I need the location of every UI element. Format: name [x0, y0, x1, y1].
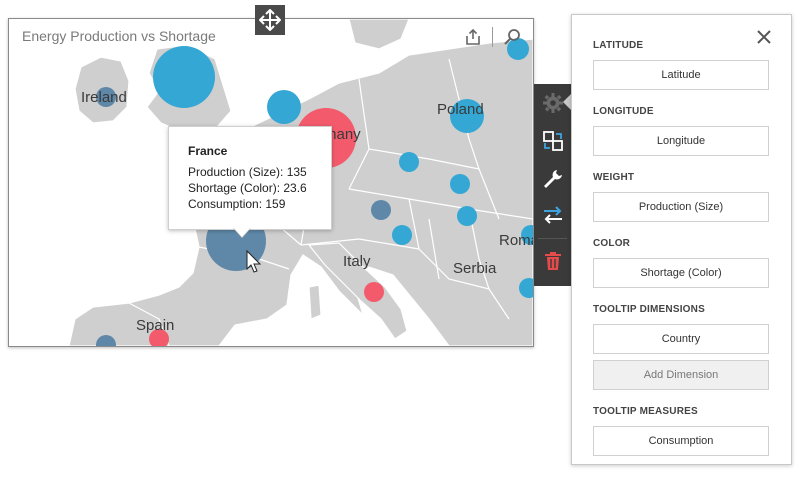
- latitude-label: LATITUDE: [593, 40, 644, 51]
- bubble-belgium: [267, 90, 301, 124]
- bubble-austria: [371, 200, 391, 220]
- color-field[interactable]: Shortage (Color): [593, 258, 769, 288]
- map-label-italy: Italy: [343, 253, 371, 270]
- weight-field[interactable]: Production (Size): [593, 192, 769, 222]
- map-label-romania: Romania: [499, 232, 533, 249]
- map-label-spain: Spain: [136, 317, 175, 334]
- bubble-slovenia: [392, 225, 412, 245]
- bubble-italy: [364, 282, 384, 302]
- widget-toolbar: [460, 25, 525, 49]
- zoom-button[interactable]: [499, 25, 525, 49]
- bubble-hungary: [457, 206, 477, 226]
- latitude-field[interactable]: Latitude: [593, 60, 769, 90]
- tooltip-production: Production (Size): 135: [188, 165, 307, 179]
- tooltip-measures-label: TOOLTIP MEASURES: [593, 406, 698, 417]
- map-label-ireland: Ireland: [81, 89, 127, 106]
- bubble-czech: [399, 152, 419, 172]
- add-dimension-button[interactable]: Add Dimension: [593, 360, 769, 390]
- zoom-icon: [504, 29, 520, 45]
- tooltip-title: France: [188, 144, 228, 158]
- map-tooltip: France Production (Size): 135 Shortage (…: [168, 126, 332, 230]
- longitude-field[interactable]: Longitude: [593, 126, 769, 156]
- design-button[interactable]: [534, 162, 571, 196]
- tooltip-dimension-field[interactable]: Country: [593, 324, 769, 354]
- convert-icon: [543, 206, 562, 224]
- export-icon: [466, 28, 480, 45]
- tooltip-consumption: Consumption: 159: [188, 197, 286, 211]
- gear-icon: [542, 93, 563, 113]
- bubble-slovakia: [450, 174, 470, 194]
- move-handle[interactable]: [255, 5, 285, 35]
- convert-button[interactable]: [534, 198, 571, 232]
- close-icon: [757, 30, 771, 44]
- side-toolbar: [534, 84, 571, 286]
- weight-label: WEIGHT: [593, 172, 635, 183]
- move-icon: [259, 9, 281, 31]
- binding-icon: [542, 131, 563, 151]
- map-label-poland: Poland: [437, 101, 484, 118]
- delete-icon: [544, 252, 561, 270]
- toolbar-separator: [492, 27, 493, 47]
- bubble-britain: [153, 46, 215, 108]
- binding-button[interactable]: [534, 124, 571, 158]
- tooltip-measure-field[interactable]: Consumption: [593, 426, 769, 456]
- toolbar-divider: [538, 238, 567, 239]
- close-button[interactable]: [755, 28, 773, 46]
- land-corsica: [308, 284, 322, 320]
- longitude-label: LONGITUDE: [593, 106, 654, 117]
- export-button[interactable]: [460, 25, 486, 49]
- map-label-serbia: Serbia: [453, 260, 497, 277]
- color-label: COLOR: [593, 238, 631, 249]
- binding-panel: LATITUDE Latitude LONGITUDE Longitude WE…: [571, 14, 792, 465]
- tooltip-dimensions-label: TOOLTIP DIMENSIONS: [593, 304, 705, 315]
- tooltip-shortage: Shortage (Color): 23.6: [188, 181, 307, 195]
- wrench-icon: [543, 170, 562, 188]
- tooltip-pointer: [233, 227, 251, 237]
- widget-title: Energy Production vs Shortage: [22, 28, 216, 44]
- delete-button[interactable]: [534, 244, 571, 278]
